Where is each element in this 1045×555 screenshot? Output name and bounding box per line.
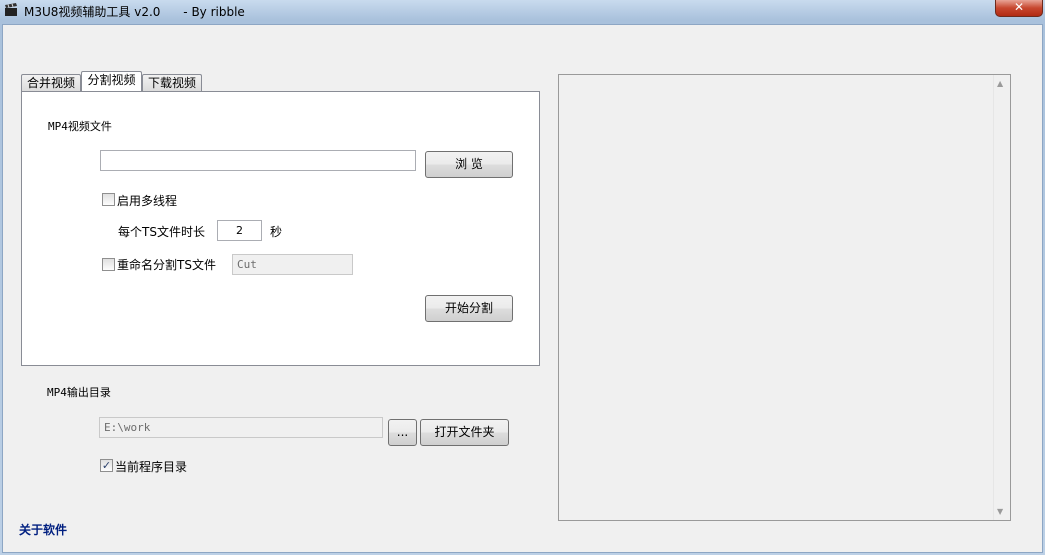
clapperboard-icon	[5, 3, 17, 16]
log-textarea[interactable]: ▲ ▼	[558, 74, 1011, 521]
app-window: M3U8视频辅助工具 v2.0 - By ribble ✕ 合并视频 分割视频 …	[0, 0, 1045, 555]
rename-checkbox[interactable]	[102, 258, 115, 271]
client-area: 合并视频 分割视频 下载视频 MP4视频文件 浏 览 启用多线程 每个TS文件时…	[2, 24, 1043, 553]
browse-button[interactable]: 浏 览	[425, 151, 513, 178]
scroll-down-icon[interactable]: ▼	[997, 507, 1003, 516]
tab-merge-video[interactable]: 合并视频	[21, 74, 81, 91]
current-dir-label: 当前程序目录	[115, 460, 188, 474]
tab-label: 分割视频	[87, 73, 136, 87]
output-dir-label: MP4输出目录	[47, 386, 111, 399]
multithread-checkbox[interactable]	[102, 193, 115, 206]
checkmark-icon: ✓	[101, 459, 112, 472]
scroll-up-icon[interactable]: ▲	[997, 79, 1003, 88]
title-bar[interactable]: M3U8视频辅助工具 v2.0 - By ribble ✕	[0, 0, 1045, 23]
mp4-file-input[interactable]	[100, 150, 416, 171]
tab-download-video[interactable]: 下载视频	[142, 74, 202, 91]
output-dir-input[interactable]: E:\work	[99, 417, 383, 438]
tab-label: 合并视频	[26, 76, 75, 90]
ts-duration-label: 每个TS文件时长	[118, 225, 205, 239]
mp4-file-label: MP4视频文件	[48, 120, 112, 133]
rename-label: 重命名分割TS文件	[117, 258, 216, 272]
pick-dir-button[interactable]: ...	[388, 419, 417, 446]
ts-duration-input[interactable]: 2	[217, 220, 262, 241]
log-scrollbar[interactable]: ▲ ▼	[993, 75, 1010, 520]
open-folder-button[interactable]: 打开文件夹	[420, 419, 509, 446]
current-dir-checkbox[interactable]: ✓	[100, 459, 113, 472]
ts-duration-unit: 秒	[270, 225, 283, 239]
tab-label: 下载视频	[147, 76, 196, 90]
split-video-panel: MP4视频文件 浏 览 启用多线程 每个TS文件时长 2 秒 重命名分割TS文件…	[21, 91, 540, 366]
tab-split-video[interactable]: 分割视频	[81, 71, 142, 91]
rename-prefix-input[interactable]: Cut	[232, 254, 353, 275]
window-title: M3U8视频辅助工具 v2.0 - By ribble	[24, 5, 245, 19]
multithread-label: 启用多线程	[117, 194, 178, 208]
close-button[interactable]: ✕	[995, 0, 1043, 17]
about-link[interactable]: 关于软件	[19, 521, 67, 538]
start-split-button[interactable]: 开始分割	[425, 295, 513, 322]
close-icon: ✕	[1013, 0, 1025, 14]
